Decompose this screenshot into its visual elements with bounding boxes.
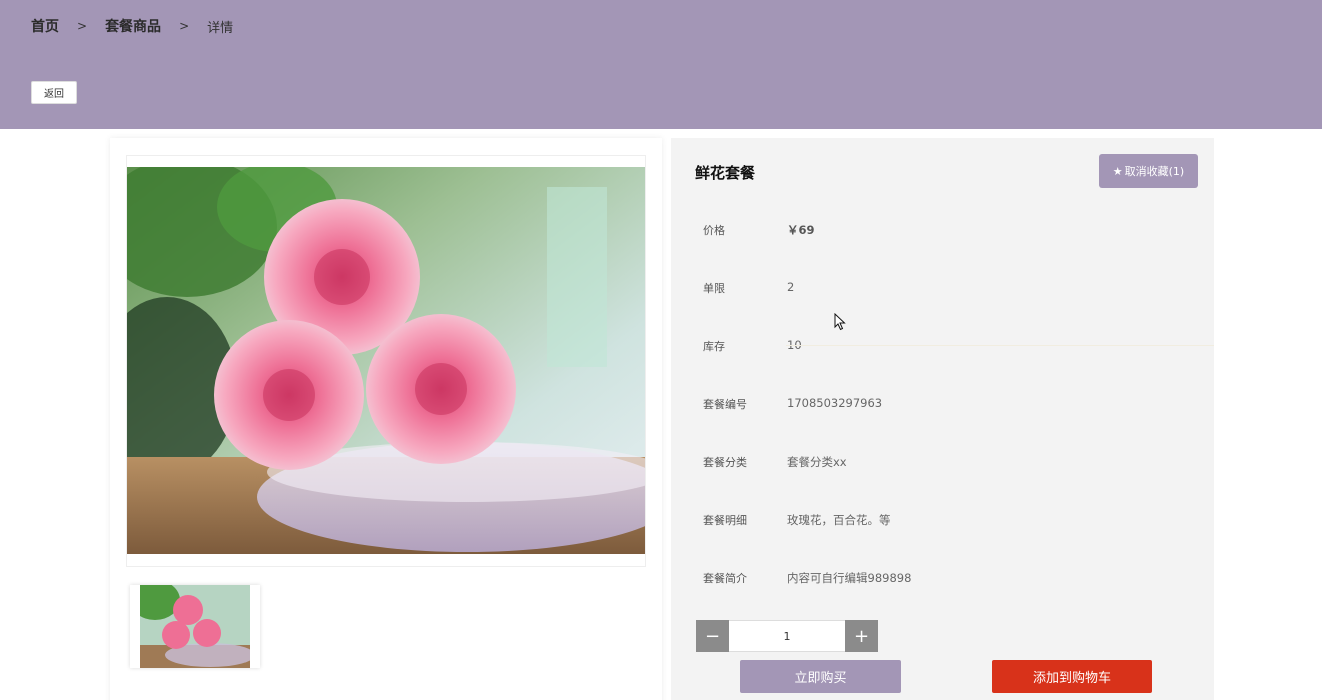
- increment-button[interactable]: +: [845, 620, 878, 652]
- field-label-stock: 库存: [703, 340, 725, 353]
- field-label-category: 套餐分类: [703, 456, 747, 469]
- breadcrumb-home[interactable]: 首页: [31, 16, 59, 36]
- add-to-cart-button[interactable]: 添加到购物车: [992, 660, 1152, 693]
- quantity-stepper: − +: [696, 620, 878, 652]
- unfavorite-label: 取消收藏(1): [1124, 165, 1185, 178]
- back-button[interactable]: 返回: [31, 81, 77, 104]
- field-label-code: 套餐编号: [703, 398, 747, 411]
- product-title: 鲜花套餐: [695, 164, 756, 182]
- buy-now-button[interactable]: 立即购买: [740, 660, 901, 693]
- breadcrumb-separator: >: [179, 19, 190, 33]
- main-product-image: [127, 167, 645, 554]
- quantity-input[interactable]: [729, 620, 845, 652]
- info-card: [671, 138, 1214, 700]
- breadcrumb-category[interactable]: 套餐商品: [105, 16, 161, 36]
- field-label-price: 价格: [703, 224, 725, 237]
- decrement-button[interactable]: −: [696, 620, 729, 652]
- field-label-intro: 套餐简介: [703, 572, 747, 585]
- mouse-cursor-icon: [834, 312, 846, 335]
- field-value-code: 1708503297963: [787, 396, 883, 410]
- star-icon: ★: [1112, 164, 1123, 178]
- breadcrumb-current: 详情: [207, 20, 234, 36]
- field-label-limit: 单限: [703, 282, 725, 295]
- unfavorite-button[interactable]: ★ 取消收藏(1): [1099, 154, 1198, 188]
- field-value-details: 玫瑰花，百合花。等: [787, 513, 891, 527]
- field-value-category: 套餐分类xx: [787, 455, 847, 469]
- field-label-details: 套餐明细: [703, 514, 747, 527]
- divider: [786, 345, 1214, 346]
- thumbnail-image: [140, 585, 250, 668]
- field-value-limit: 2: [787, 280, 795, 294]
- breadcrumb-separator: >: [77, 19, 88, 33]
- field-value-price: ￥69: [787, 223, 815, 237]
- breadcrumb: 首页 > 套餐商品 > 详情: [31, 16, 233, 36]
- field-value-intro: 内容可自行编辑989898: [787, 571, 912, 585]
- image-thumbnail[interactable]: [130, 585, 260, 668]
